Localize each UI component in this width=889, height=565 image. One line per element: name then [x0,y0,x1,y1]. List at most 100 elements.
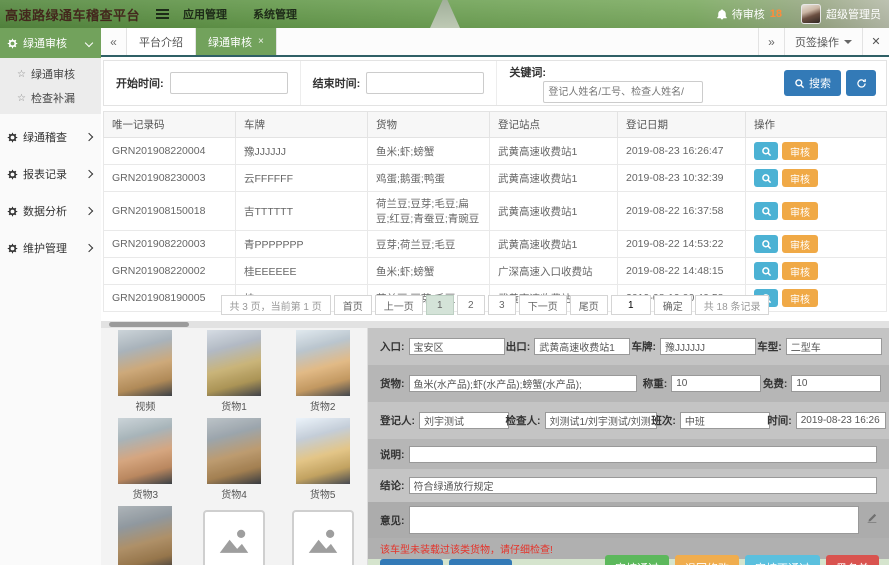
tab-operations-dropdown[interactable]: 页签操作 [784,28,862,55]
field-input[interactable] [408,375,637,392]
approve-button[interactable]: 审核通过 [605,555,669,565]
review-record-button[interactable]: 审核 [782,202,818,220]
goto-confirm-button[interactable]: 确定 [653,295,692,315]
field-input[interactable] [660,338,756,355]
gallery-item[interactable]: 货物3 [101,418,190,506]
start-time-label: 开始时间: [116,78,164,90]
sidebar-subitem[interactable]: ☆ 绿通审核 [0,62,101,86]
tab-green-pass-review[interactable]: 绿通审核 × [196,28,277,55]
field-input[interactable] [544,412,657,429]
blacklist-button[interactable]: 黑名单 [826,555,879,565]
pending-review-label[interactable]: 待审核 [732,6,765,22]
last-page-button[interactable]: 尾页 [569,295,608,315]
sidebar-item[interactable]: 数据分析 [0,196,101,226]
search-icon [795,78,805,88]
tabs-scroll-left-icon[interactable]: « [101,28,127,55]
evidence-photo-thumbnail[interactable] [118,330,173,396]
goto-page-input[interactable] [610,295,651,315]
prev-page-button[interactable]: 上一页 [374,295,423,315]
start-time-input[interactable] [169,72,288,94]
page-number-button[interactable]: 1 [425,295,454,315]
view-record-button[interactable] [754,169,778,187]
view-record-button[interactable] [754,142,778,160]
edit-icon[interactable] [867,513,877,523]
username[interactable]: 超级管理员 [826,6,881,22]
field-input[interactable] [671,375,762,392]
evidence-photo-thumbnail[interactable] [295,418,350,484]
cell-actions: 审核 [745,257,887,285]
menu-toggle-icon[interactable] [156,9,170,19]
gallery-item[interactable]: 货物5 [278,418,367,506]
review-record-button[interactable]: 审核 [782,169,818,187]
column-header: 货物 [367,111,490,138]
review-record-button[interactable]: 审核 [782,142,818,160]
field-input[interactable] [408,506,859,534]
tab-platform-intro[interactable]: 平台介绍 [127,28,196,55]
field-input[interactable] [785,338,882,355]
view-record-button[interactable] [754,202,778,220]
field-input[interactable] [791,375,882,392]
main-content: 开始时间: 结束时间: 关键词: 搜索 [101,57,889,565]
reject-button[interactable]: 审核不通过 [745,555,820,565]
nav-system-management[interactable]: 系统管理 [253,6,297,22]
detail-field: 班次: [651,412,770,429]
view-record-button[interactable] [754,235,778,253]
gallery-item[interactable]: 其他 [190,506,279,565]
gallery-item[interactable]: 其他 [278,506,367,565]
end-time-input[interactable] [366,72,485,94]
field-input[interactable] [534,338,631,355]
scrollbar-thumb[interactable] [109,322,189,327]
field-label: 结论: [380,480,405,492]
cell-goods: 鸡蛋;鹅蛋;鸭蛋 [367,164,490,192]
gallery-item[interactable]: 其他 [101,506,190,565]
next-page-button[interactable]: 下一页 [518,295,567,315]
keyword-group: 关键词: [497,61,715,105]
page-number-button[interactable]: 2 [456,295,485,315]
evidence-photo-thumbnail[interactable] [206,418,261,484]
records-table: 唯一记录码 车牌 货物 登记站点 登记日期 操作 GRN201908220004 豫JJJJ… [103,111,887,312]
edit-icon-wrap[interactable] [865,513,877,528]
bell-icon[interactable] [717,9,727,20]
page-number-button[interactable]: 3 [487,295,516,315]
sidebar-item[interactable]: 绿通稽查 [0,122,101,152]
tabs-scroll-right-icon[interactable]: » [758,28,784,55]
evidence-photo-thumbnail[interactable] [118,418,173,484]
evidence-gallery: 视频货物1货物2货物3货物4货物5其他其他其他 [101,328,368,565]
evidence-photo-thumbnail[interactable] [118,506,173,565]
field-input[interactable] [408,477,877,494]
next-record-button[interactable]: 下一条 [449,559,512,565]
field-input[interactable] [408,338,505,355]
close-all-tabs-icon[interactable]: ✕ [862,28,889,55]
field-input[interactable] [408,445,877,463]
sidebar-item[interactable]: 维护管理 [0,233,101,263]
view-record-button[interactable] [754,262,778,280]
field-input[interactable] [419,412,509,429]
keyword-input[interactable] [543,81,704,103]
gallery-item[interactable]: 货物2 [278,330,367,418]
horizontal-scrollbar[interactable] [101,321,889,328]
sidebar-item[interactable]: 报表记录 [0,159,101,189]
evidence-photo-thumbnail[interactable] [295,330,350,396]
field-input[interactable] [679,412,770,429]
cell-station: 武黄高速收费站1 [489,137,618,165]
refresh-button[interactable] [846,70,876,96]
sidebar-item[interactable]: 绿通审核 [0,28,101,58]
review-record-button[interactable]: 审核 [782,262,818,280]
sidebar-item-label: 维护管理 [23,243,67,255]
evidence-photo-thumbnail[interactable] [206,330,261,396]
star-icon: ☆ [17,92,26,104]
tab-close-icon[interactable]: × [258,36,264,47]
previous-record-button[interactable]: 上一条 [380,559,443,565]
search-button[interactable]: 搜索 [784,70,841,96]
gallery-item[interactable]: 货物4 [190,418,279,506]
gallery-item[interactable]: 货物1 [190,330,279,418]
review-record-button[interactable]: 审核 [782,235,818,253]
return-for-edit-button[interactable]: 退回修改 [675,555,739,565]
nav-app-management[interactable]: 应用管理 [183,6,227,22]
field-label: 检查人: [505,415,541,427]
field-input[interactable] [795,412,886,429]
gallery-item[interactable]: 视频 [101,330,190,418]
sidebar-subitem[interactable]: ☆ 检查补漏 [0,86,101,110]
avatar[interactable] [801,4,821,24]
first-page-button[interactable]: 首页 [333,295,372,315]
